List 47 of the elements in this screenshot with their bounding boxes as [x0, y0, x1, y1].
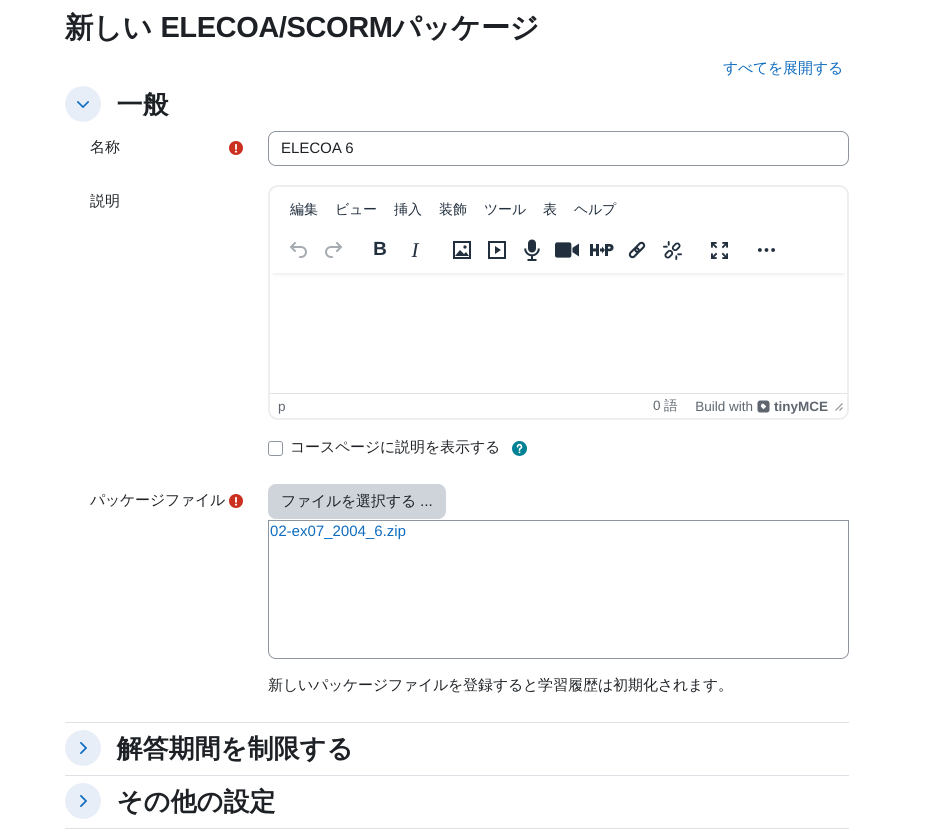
- collapse-toggle[interactable]: [65, 783, 101, 819]
- collapse-toggle[interactable]: [65, 730, 101, 766]
- menu-item[interactable]: 挿入: [386, 196, 430, 224]
- chevron-right-icon: [80, 742, 86, 754]
- microphone-icon: [524, 239, 540, 261]
- ellipsis-icon: [758, 248, 774, 252]
- h5p-icon: [590, 244, 614, 256]
- choose-file-button[interactable]: ファイルを選択する ...: [268, 484, 446, 519]
- page-title: 新しい ELECOA/SCORMパッケージ: [65, 10, 541, 46]
- redo-icon: [324, 242, 342, 258]
- resize-icon[interactable]: [833, 401, 843, 411]
- element-path[interactable]: p: [278, 398, 286, 414]
- checkbox-label[interactable]: コースページに説明を表示する: [290, 436, 500, 460]
- link-icon: [628, 241, 646, 259]
- fullscreen-icon: [710, 242, 728, 258]
- menu-item[interactable]: 表: [535, 196, 565, 224]
- name-input[interactable]: ELECOA 6: [268, 131, 849, 166]
- section-heading[interactable]: 一般: [117, 86, 169, 122]
- play-icon: [488, 241, 506, 259]
- menu-item[interactable]: ビュー: [327, 196, 385, 224]
- field-label: 説明: [90, 192, 120, 212]
- chevron-right-icon: [80, 795, 86, 807]
- field-label: 名称: [90, 138, 120, 158]
- image-icon: [453, 241, 471, 259]
- help-icon[interactable]: [512, 440, 527, 456]
- expand-all-link[interactable]: すべてを展開する: [723, 60, 843, 78]
- undo-icon: [290, 242, 306, 258]
- field-note: 新しいパッケージファイルを登録すると学習履歴は初期化されます。: [268, 676, 734, 696]
- video-camera-icon: [555, 242, 579, 258]
- menu-item[interactable]: 編集: [282, 196, 326, 224]
- menu-item[interactable]: ヘルプ: [566, 196, 624, 224]
- field-label: パッケージファイル: [90, 491, 225, 511]
- word-count[interactable]: 0 語: [652, 397, 678, 415]
- menu-item[interactable]: ツール: [476, 196, 534, 224]
- broken-link-icon: [662, 240, 682, 260]
- file-link[interactable]: 02-ex07_2004_6.zip: [270, 523, 406, 540]
- collapse-toggle[interactable]: [65, 86, 101, 122]
- chevron-down-icon: [77, 100, 89, 108]
- logo-icon: [757, 400, 770, 412]
- menu-item[interactable]: 装飾: [431, 196, 475, 224]
- checkbox[interactable]: [268, 440, 283, 456]
- italic-button[interactable]: I: [398, 233, 432, 267]
- section-heading[interactable]: その他の設定: [117, 783, 276, 819]
- file-list-area[interactable]: 02-ex07_2004_6.zip: [268, 520, 849, 659]
- branding-link[interactable]: Build with tinyMCE: [695, 398, 828, 414]
- bold-button[interactable]: B: [363, 233, 397, 267]
- section-heading[interactable]: 解答期間を制限する: [117, 730, 354, 766]
